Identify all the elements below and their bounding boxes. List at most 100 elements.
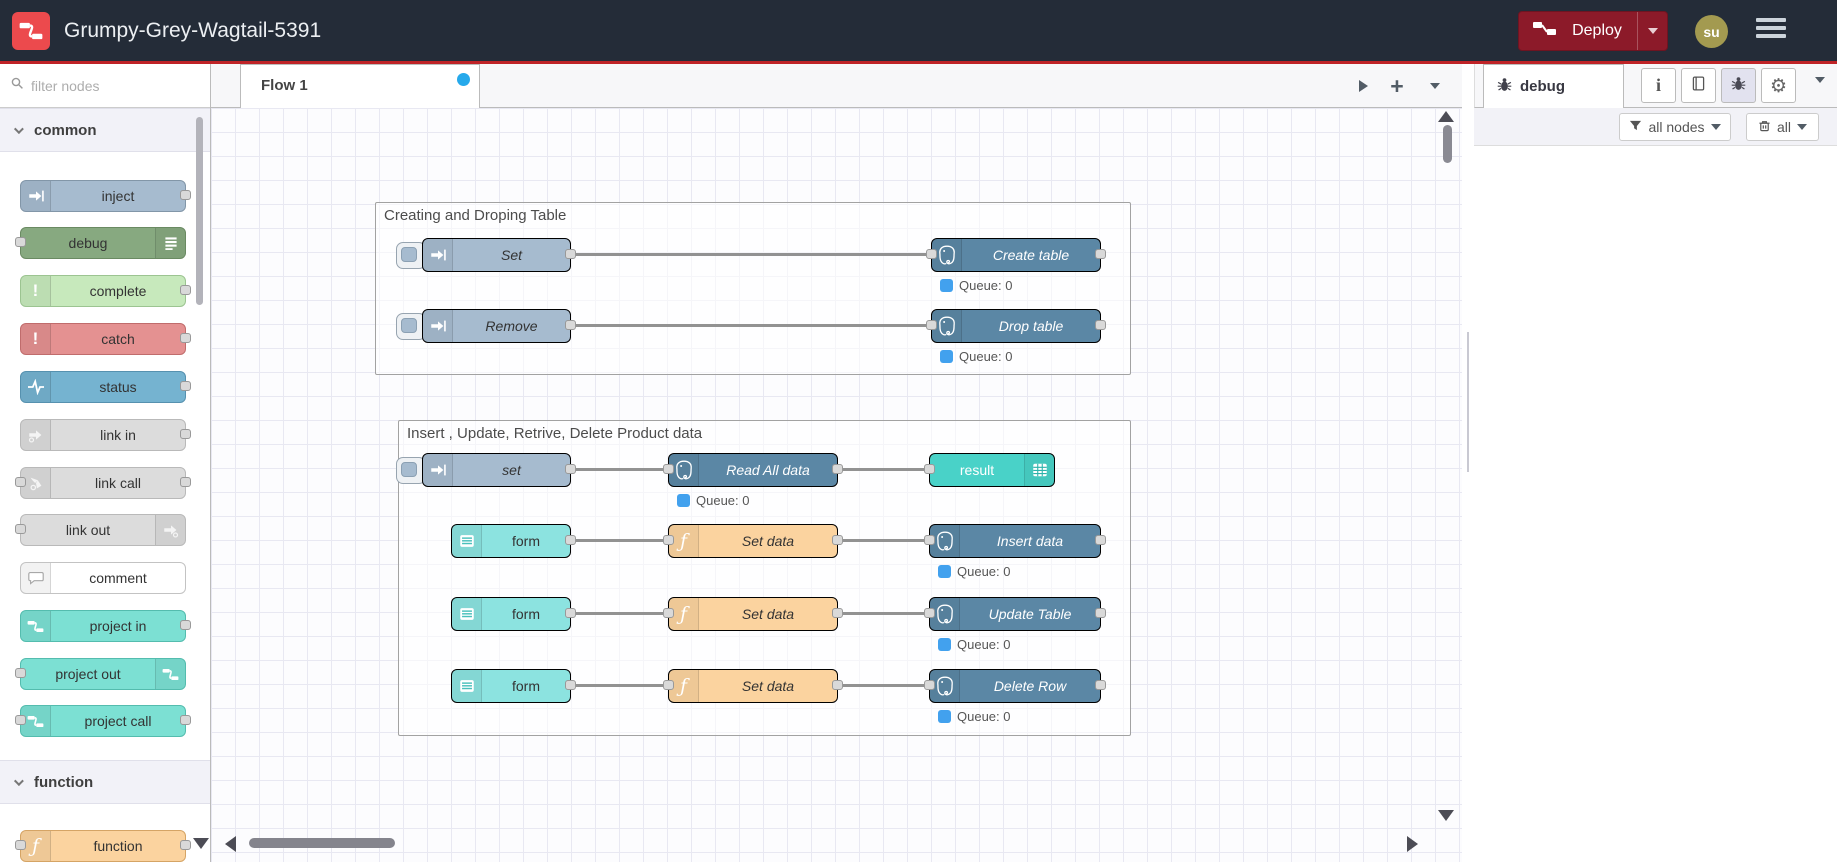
node-form[interactable]: form	[451, 597, 576, 631]
palette-node-project-out[interactable]: project out	[15, 658, 186, 690]
wire[interactable]	[838, 684, 929, 687]
output-port[interactable]	[180, 620, 191, 630]
input-port[interactable]	[663, 608, 674, 618]
node-postgresql-update-table[interactable]: Update Table	[924, 597, 1106, 631]
output-port[interactable]	[180, 333, 191, 343]
palette-node-comment[interactable]: comment	[20, 562, 186, 594]
input-port[interactable]	[926, 249, 937, 259]
input-port[interactable]	[15, 477, 26, 487]
palette-node-status[interactable]: status	[20, 371, 191, 403]
wire[interactable]	[571, 324, 931, 327]
input-port[interactable]	[15, 840, 26, 850]
wire[interactable]	[571, 684, 668, 687]
palette-node-function[interactable]: ƒ function	[15, 830, 191, 862]
palette-node-link-in[interactable]: link in	[20, 419, 191, 451]
canvas-vscrollbar-thumb[interactable]	[1443, 125, 1452, 163]
tab-flow-1[interactable]: Flow 1	[240, 64, 480, 108]
sidebar-splitter[interactable]	[1462, 64, 1474, 862]
palette-scrollbar-thumb[interactable]	[196, 117, 203, 305]
palette-node-catch[interactable]: ! catch	[20, 323, 191, 355]
next-tab-button[interactable]	[1350, 64, 1376, 108]
output-port[interactable]	[1095, 680, 1106, 690]
input-port[interactable]	[924, 608, 935, 618]
output-port[interactable]	[565, 608, 576, 618]
output-port[interactable]	[180, 381, 191, 391]
debug-button[interactable]	[1721, 68, 1756, 103]
output-port[interactable]	[1095, 320, 1106, 330]
wire[interactable]	[571, 539, 668, 542]
node-form[interactable]: form	[451, 524, 576, 558]
input-port[interactable]	[15, 668, 26, 678]
output-port[interactable]	[565, 249, 576, 259]
output-port[interactable]	[180, 285, 191, 295]
input-port[interactable]	[663, 680, 674, 690]
node-inject-remove[interactable]: Remove	[422, 309, 576, 343]
output-port[interactable]	[1095, 535, 1106, 545]
palette-node-project-in[interactable]: project in	[20, 610, 191, 642]
palette-node-link-call[interactable]: link call	[15, 467, 191, 499]
wire[interactable]	[571, 253, 931, 256]
tab-list-button[interactable]	[1422, 64, 1448, 108]
output-port[interactable]	[180, 429, 191, 439]
output-port[interactable]	[565, 464, 576, 474]
output-port[interactable]	[180, 715, 191, 725]
palette-category-function[interactable]: function	[0, 760, 210, 804]
canvas-hscrollbar-thumb[interactable]	[249, 838, 395, 848]
node-postgresql-insert-data[interactable]: Insert data	[924, 524, 1106, 558]
palette-filter-input[interactable]	[31, 77, 181, 94]
wire[interactable]	[838, 612, 929, 615]
info-button[interactable]: i	[1641, 68, 1676, 103]
node-function-set-data[interactable]: ƒ Set data	[663, 524, 843, 558]
output-port[interactable]	[180, 190, 191, 200]
wire[interactable]	[838, 539, 929, 542]
node-postgresql-delete-row[interactable]: Delete Row	[924, 669, 1106, 703]
node-form[interactable]: form	[451, 669, 576, 703]
node-postgresql-create-table[interactable]: Create table	[926, 238, 1106, 272]
input-port[interactable]	[15, 715, 26, 725]
input-port[interactable]	[15, 524, 26, 534]
palette-node-link-out[interactable]: link out	[15, 514, 186, 546]
node-function-set-data[interactable]: ƒ Set data	[663, 597, 843, 631]
sidebar-menu-button[interactable]	[1815, 77, 1825, 101]
node-postgresql-read-all-data[interactable]: Read All data	[663, 453, 843, 487]
add-flow-button[interactable]: +	[1384, 64, 1410, 108]
wire[interactable]	[838, 468, 929, 471]
palette-scroll-down-icon[interactable]	[193, 838, 209, 849]
canvas-scroll-left-icon[interactable]	[225, 836, 236, 852]
node-inject-set-lower[interactable]: set	[422, 453, 576, 487]
palette-node-inject[interactable]: inject	[20, 180, 191, 212]
palette-node-complete[interactable]: ! complete	[20, 275, 191, 307]
output-port[interactable]	[832, 680, 843, 690]
output-port[interactable]	[1095, 249, 1106, 259]
output-port[interactable]	[180, 840, 191, 850]
output-port[interactable]	[832, 535, 843, 545]
deploy-button[interactable]: Deploy	[1518, 11, 1668, 51]
input-port[interactable]	[15, 237, 26, 247]
tab-debug[interactable]: debug	[1483, 64, 1624, 108]
node-inject-set[interactable]: Set	[422, 238, 576, 272]
node-table-result[interactable]: result	[924, 453, 1055, 487]
node-postgresql-drop-table[interactable]: Drop table	[926, 309, 1106, 343]
config-nodes-button[interactable]: ⚙	[1761, 68, 1796, 103]
output-port[interactable]	[565, 680, 576, 690]
canvas-scroll-right-icon[interactable]	[1407, 836, 1418, 852]
deploy-options-button[interactable]	[1637, 12, 1667, 50]
palette-node-project-call[interactable]: project call	[15, 705, 191, 737]
output-port[interactable]	[180, 477, 191, 487]
wire[interactable]	[571, 468, 668, 471]
user-avatar[interactable]: su	[1695, 15, 1728, 48]
output-port[interactable]	[565, 535, 576, 545]
output-port[interactable]	[1095, 608, 1106, 618]
group-creating-droping-table[interactable]: Creating and Droping Table	[375, 202, 1131, 375]
input-port[interactable]	[663, 464, 674, 474]
node-function-set-data[interactable]: ƒ Set data	[663, 669, 843, 703]
output-port[interactable]	[832, 464, 843, 474]
canvas-scroll-up-icon[interactable]	[1438, 111, 1454, 122]
main-menu-button[interactable]	[1756, 18, 1786, 44]
output-port[interactable]	[565, 320, 576, 330]
splitter-grip[interactable]	[1467, 332, 1469, 472]
flow-canvas[interactable]: Creating and Droping Table Insert , Upda…	[211, 108, 1462, 862]
debug-filter-button[interactable]: all nodes	[1619, 113, 1731, 141]
input-port[interactable]	[924, 680, 935, 690]
palette-node-debug[interactable]: debug	[15, 227, 186, 259]
